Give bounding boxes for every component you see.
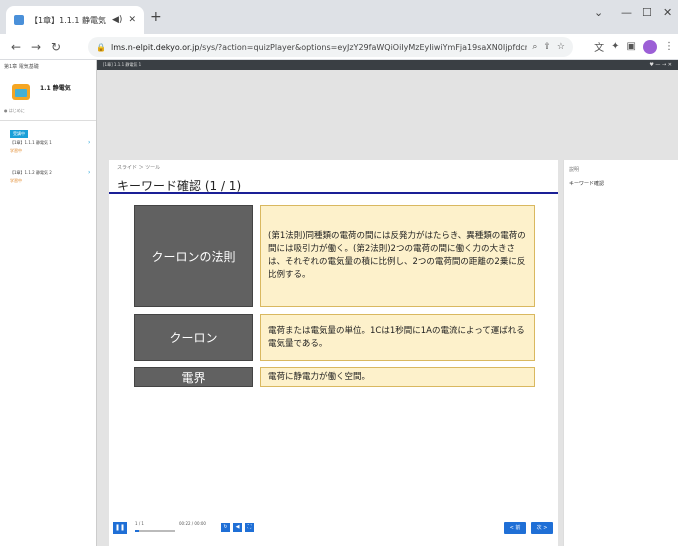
chapter-label: 第1章 電気基礎 (4, 64, 39, 70)
forward-button[interactable]: → (26, 40, 46, 54)
address-bar[interactable]: 🔒 lms.n-elpit.dekyo.or.jp/sys/?action=qu… (88, 37, 573, 57)
tab-title: 【1章】1.1.1 静電気 1 (30, 15, 107, 25)
sidebar-item-lesson-1[interactable]: 【1章】1.1.1 静電気 1 学習中 (10, 140, 52, 154)
panel-label: 説明 (569, 167, 580, 173)
title-underline (109, 192, 558, 194)
term-card: クーロン (134, 314, 253, 361)
chevron-down-icon[interactable]: ⌄ (594, 6, 603, 19)
sidebar-item-label: 【1章】1.1.1 静電気 1 (10, 140, 52, 145)
breadcrumb: スライド ＞ ツール (117, 165, 161, 171)
term-card: クーロンの法則 (134, 205, 253, 307)
volume-icon[interactable]: ◀ (233, 523, 242, 532)
extensions-icon[interactable]: ✦ (611, 41, 619, 52)
side-panel-icon[interactable]: ▣ (627, 41, 636, 52)
sidebar-item-status: 学習中 (10, 148, 22, 153)
speaker-icon[interactable]: ◀) (112, 15, 122, 25)
reload-button[interactable]: ↻ (46, 40, 66, 54)
player-controls: ❚❚ 1 / 1 00:22 / 00:00 ↻ ◀ ⛶ < 前 次 > (109, 518, 558, 546)
minimize-button[interactable]: — (621, 6, 632, 19)
check-icon: › (88, 169, 91, 176)
zoom-icon[interactable]: ⌕ (532, 42, 537, 52)
player-menu-icons[interactable]: ♥ — → ✕ (649, 60, 672, 70)
player-header: [1章] 1.1.1 静電気 1 ♥ — → ✕ (97, 60, 678, 70)
check-icon: › (88, 139, 91, 146)
next-button[interactable]: 次 > (531, 522, 553, 534)
time-display: 00:22 / 00:00 (179, 521, 206, 526)
back-button[interactable]: ← (6, 40, 26, 54)
progress-bar[interactable] (135, 530, 175, 532)
sidebar-item-lesson-2[interactable]: 【1章】1.1.2 静電気 2 学習中 (10, 170, 52, 184)
panel-text: キーワード確認 (569, 181, 605, 187)
url-path: /sys/?action=quizPlayer&options=eyJzY29f… (199, 42, 527, 52)
bookmark-star-icon[interactable]: ☆ (557, 42, 565, 52)
divider (0, 120, 96, 121)
term-card: 電界 (134, 367, 253, 387)
course-sidebar: 第1章 電気基礎 1.1 静電気 ● はじめに 受講中 【1章】1.1.1 静電… (0, 60, 97, 546)
status-badge: 受講中 (10, 130, 28, 138)
prev-button[interactable]: < 前 (504, 522, 526, 534)
lock-icon[interactable]: 🔒 (96, 43, 106, 52)
course-thumbnail-icon (12, 84, 30, 100)
course-title: 1.1 静電気 (40, 85, 71, 92)
url-text: lms.n-elpit.dekyo.or.jp/sys/?action=quiz… (111, 43, 527, 52)
course-status: ● はじめに (4, 108, 25, 113)
toolbar-icons: 文 ✦ ▣ ⋮ (594, 39, 674, 54)
player-title: [1章] 1.1.1 静電気 1 (103, 62, 142, 67)
profile-avatar-icon[interactable] (643, 39, 657, 54)
browser-tab[interactable]: 【1章】1.1.1 静電気 1 ◀) ✕ (6, 6, 144, 34)
fullscreen-icon[interactable]: ⛶ (245, 523, 254, 532)
progress-fill (135, 530, 139, 532)
close-window-button[interactable]: ✕ (663, 6, 672, 19)
maximize-button[interactable]: ☐ (642, 6, 652, 19)
close-tab-icon[interactable]: ✕ (128, 15, 136, 25)
term-description: 電荷に静電力が働く空間。 (260, 367, 535, 387)
slide-content: スライド ＞ ツール キーワード確認 (1 / 1) クーロンの法則 (第1法則… (109, 160, 558, 546)
pause-button[interactable]: ❚❚ (113, 522, 127, 534)
explanation-panel: 説明 キーワード確認 (563, 160, 678, 546)
new-tab-button[interactable]: + (150, 10, 162, 24)
term-description: 電荷または電気量の単位。1Cは1秒間に1Aの電流によって運ばれる電気量である。 (260, 314, 535, 361)
favicon-icon (14, 15, 24, 25)
page-counter: 1 / 1 (135, 521, 144, 526)
replay-icon[interactable]: ↻ (221, 523, 230, 532)
term-description: (第1法則)同種類の電荷の間には反発力がはたらき、異種類の電荷の間には吸引力が働… (260, 205, 535, 307)
share-icon[interactable]: ⇪ (543, 42, 551, 52)
tab-strip: 【1章】1.1.1 静電気 1 ◀) ✕ + ⌄ — ☐ ✕ (0, 0, 678, 34)
url-host: lms.n-elpit.dekyo.or.jp (110, 42, 200, 52)
translate-icon[interactable]: 文 (594, 39, 604, 54)
menu-icon[interactable]: ⋮ (664, 41, 674, 52)
sidebar-item-status: 学習中 (10, 178, 22, 183)
sidebar-item-label: 【1章】1.1.2 静電気 2 (10, 170, 52, 175)
browser-toolbar: ← → ↻ 🔒 lms.n-elpit.dekyo.or.jp/sys/?act… (0, 34, 678, 60)
